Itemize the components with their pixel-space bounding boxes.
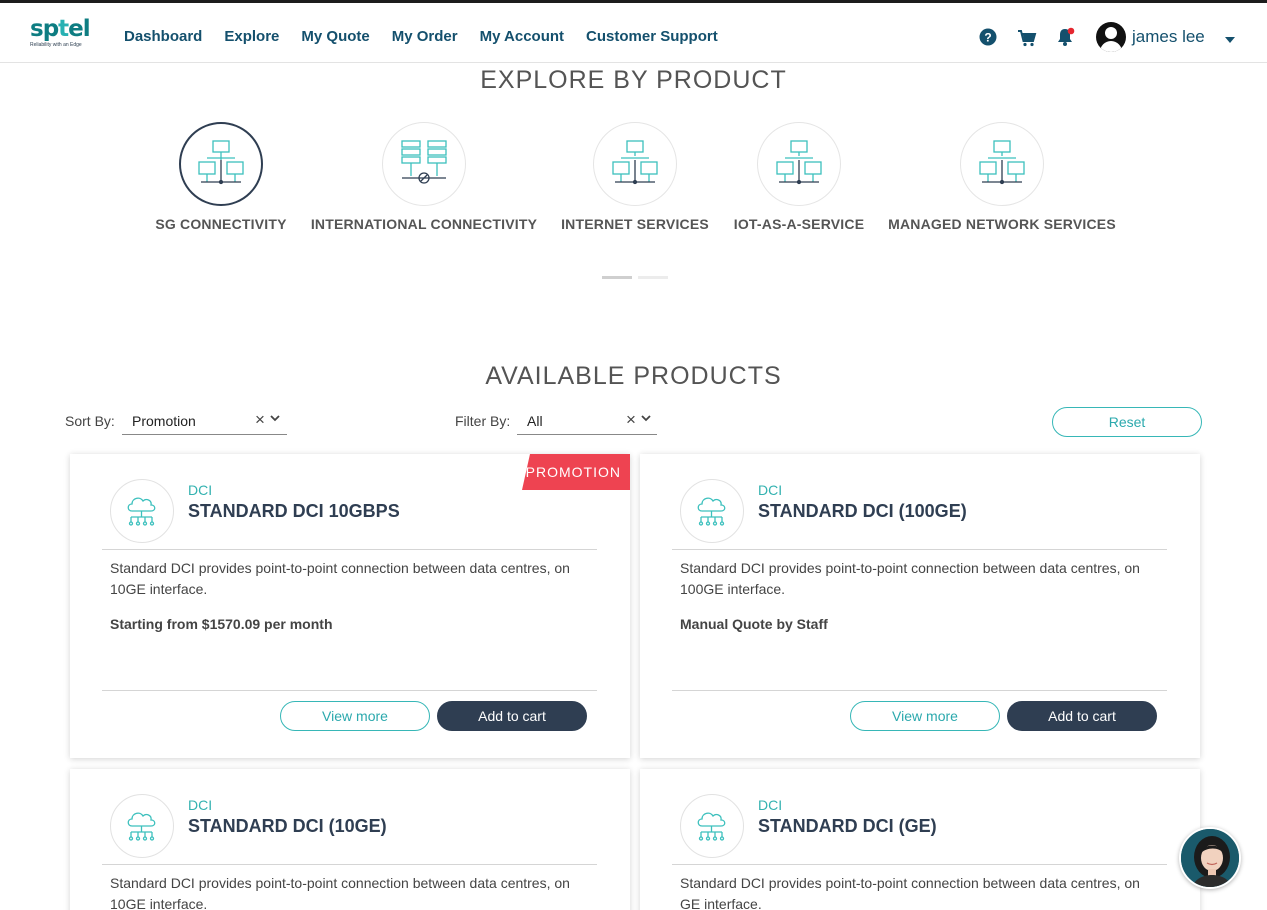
- help-icon[interactable]: ?: [979, 28, 997, 46]
- promotion-badge: PROMOTION: [522, 454, 630, 490]
- filter-select[interactable]: All ×: [517, 407, 657, 435]
- divider: [672, 690, 1167, 691]
- divider: [102, 864, 597, 865]
- svg-text:?: ?: [984, 31, 991, 45]
- nav-explore[interactable]: Explore: [224, 28, 279, 45]
- clear-icon[interactable]: ×: [255, 410, 265, 430]
- product-description: Standard DCI provides point-to-point con…: [110, 560, 570, 597]
- product-category: DCI: [188, 482, 213, 498]
- category-label: INTERNATIONAL CONNECTIVITY: [310, 216, 538, 232]
- clear-icon[interactable]: ×: [626, 410, 636, 430]
- category-label: SG CONNECTIVITY: [155, 216, 287, 232]
- product-card: DCI STANDARD DCI (100GE) Standard DCI pr…: [640, 454, 1200, 758]
- nav-my-quote[interactable]: My Quote: [301, 28, 369, 45]
- add-to-cart-button[interactable]: Add to cart: [437, 701, 587, 731]
- product-description: Standard DCI provides point-to-point con…: [680, 875, 1140, 910]
- category-internet-services[interactable]: INTERNET SERVICES: [560, 122, 710, 232]
- nav-dashboard[interactable]: Dashboard: [124, 28, 202, 45]
- sort-by-label: Sort By:: [65, 413, 115, 429]
- sptel-logo[interactable]: sptel Reliability with an Edge: [30, 17, 92, 57]
- network-icon: [179, 122, 263, 206]
- product-category: DCI: [188, 797, 213, 813]
- product-category: DCI: [758, 797, 783, 813]
- explore-title: EXPLORE BY PRODUCT: [480, 66, 787, 94]
- carousel-dot-2[interactable]: [638, 276, 668, 279]
- product-price: Starting from $1570.09 per month: [110, 616, 333, 632]
- caret-down-icon[interactable]: [1225, 37, 1235, 43]
- user-name[interactable]: james lee: [1132, 27, 1205, 47]
- network-icon: [960, 122, 1044, 206]
- chevron-down-icon[interactable]: [640, 412, 652, 424]
- sort-value: Promotion: [132, 413, 196, 429]
- category-label: MANAGED NETWORK SERVICES: [888, 216, 1116, 232]
- filter-by-label: Filter By:: [455, 413, 511, 429]
- product-description: Standard DCI provides point-to-point con…: [110, 875, 570, 910]
- product-title[interactable]: STANDARD DCI (10GE): [188, 816, 387, 837]
- cart-icon[interactable]: [1017, 28, 1037, 48]
- product-title[interactable]: STANDARD DCI 10GBPS: [188, 501, 400, 522]
- add-to-cart-button[interactable]: Add to cart: [1007, 701, 1157, 731]
- product-card: DCI STANDARD DCI (10GE) Standard DCI pro…: [70, 769, 630, 910]
- category-sg-connectivity[interactable]: SG CONNECTIVITY: [155, 122, 287, 232]
- category-managed-network-services[interactable]: MANAGED NETWORK SERVICES: [886, 122, 1118, 232]
- category-iot-as-a-service[interactable]: IOT-AS-A-SERVICE: [732, 122, 866, 232]
- category-international-connectivity[interactable]: INTERNATIONAL CONNECTIVITY: [310, 122, 538, 232]
- user-avatar[interactable]: [1096, 22, 1126, 52]
- cloud-network-icon: [110, 479, 174, 543]
- nav-customer-support[interactable]: Customer Support: [586, 28, 718, 45]
- reset-button[interactable]: Reset: [1052, 407, 1202, 437]
- header: sptel Reliability with an Edge Dashboard…: [0, 3, 1267, 63]
- bell-icon[interactable]: [1055, 27, 1075, 47]
- divider: [672, 549, 1167, 550]
- cloud-network-icon: [680, 479, 744, 543]
- network-icon: [593, 122, 677, 206]
- product-price: Manual Quote by Staff: [680, 616, 828, 632]
- available-products-title: AVAILABLE PRODUCTS: [485, 362, 782, 390]
- cloud-network-icon: [110, 794, 174, 858]
- view-more-button[interactable]: View more: [280, 701, 430, 731]
- product-card: PROMOTION DCI STANDARD DCI 10GBPS Standa…: [70, 454, 630, 758]
- main-nav: Dashboard Explore My Quote My Order My A…: [124, 28, 740, 45]
- product-title[interactable]: STANDARD DCI (GE): [758, 816, 937, 837]
- view-more-button[interactable]: View more: [850, 701, 1000, 731]
- divider: [102, 690, 597, 691]
- cloud-network-icon: [680, 794, 744, 858]
- product-category: DCI: [758, 482, 783, 498]
- chevron-down-icon[interactable]: [269, 412, 281, 424]
- nav-my-account[interactable]: My Account: [480, 28, 564, 45]
- nav-my-order[interactable]: My Order: [392, 28, 458, 45]
- network-icon: [757, 122, 841, 206]
- product-title[interactable]: STANDARD DCI (100GE): [758, 501, 967, 522]
- product-card: DCI STANDARD DCI (GE) Standard DCI provi…: [640, 769, 1200, 910]
- product-description: Standard DCI provides point-to-point con…: [680, 560, 1140, 597]
- divider: [102, 549, 597, 550]
- filter-value: All: [527, 413, 543, 429]
- server-network-icon: [382, 122, 466, 206]
- carousel-dot-1[interactable]: [602, 276, 632, 279]
- category-label: INTERNET SERVICES: [561, 216, 709, 232]
- sort-select[interactable]: Promotion ×: [122, 407, 287, 435]
- chat-assistant-avatar[interactable]: [1179, 827, 1241, 889]
- divider: [672, 864, 1167, 865]
- category-label: IOT-AS-A-SERVICE: [733, 216, 865, 232]
